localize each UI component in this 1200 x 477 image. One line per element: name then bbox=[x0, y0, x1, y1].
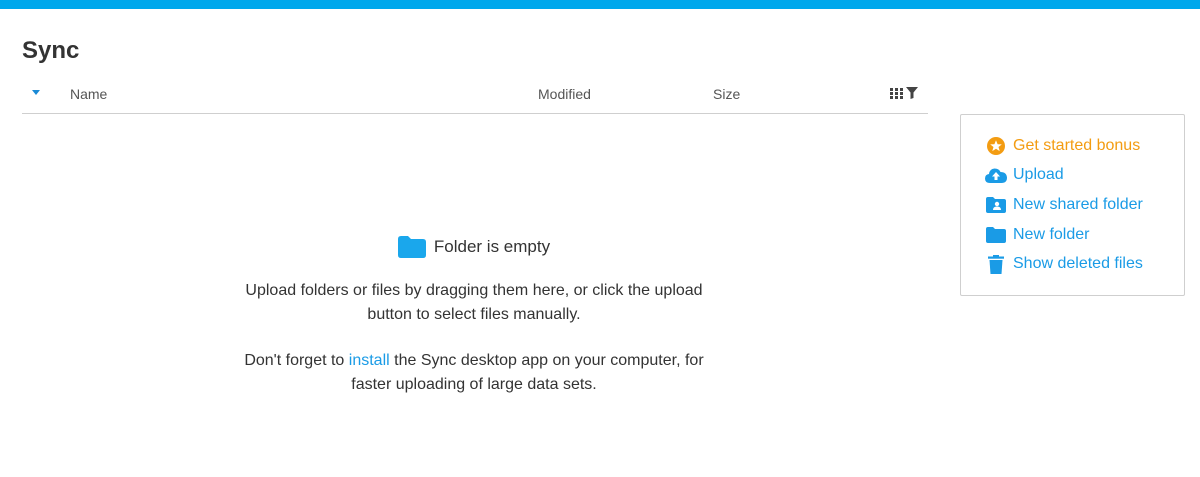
grid-view-icon[interactable] bbox=[890, 87, 903, 99]
column-header-modified[interactable]: Modified bbox=[538, 86, 591, 102]
header-tools bbox=[890, 87, 918, 99]
star-badge-icon bbox=[985, 136, 1007, 156]
empty-state-title-text: Folder is empty bbox=[433, 237, 551, 256]
upload-label: Upload bbox=[1013, 166, 1064, 184]
sort-caret-icon[interactable] bbox=[32, 90, 40, 95]
actions-panel: Get started bonus Upload New shared fold… bbox=[960, 114, 1185, 296]
empty-state-title: Folder is empty bbox=[224, 233, 724, 261]
shared-folder-icon bbox=[985, 195, 1007, 215]
folder-icon bbox=[985, 225, 1007, 245]
new-folder-link[interactable]: New folder bbox=[985, 220, 1184, 250]
install-hint-post: the Sync desktop app on your computer, f… bbox=[351, 352, 704, 393]
get-started-bonus-label: Get started bonus bbox=[1013, 136, 1141, 154]
new-shared-folder-link[interactable]: New shared folder bbox=[985, 190, 1184, 220]
show-deleted-files-label: Show deleted files bbox=[1013, 255, 1143, 273]
filter-icon[interactable] bbox=[906, 87, 918, 99]
file-list-header: Name Modified Size bbox=[22, 80, 928, 114]
cloud-upload-icon bbox=[985, 165, 1007, 185]
show-deleted-files-link[interactable]: Show deleted files bbox=[985, 249, 1184, 279]
install-hint-pre: Don't forget to bbox=[244, 352, 349, 369]
install-link[interactable]: install bbox=[349, 352, 390, 369]
trash-icon bbox=[985, 254, 1007, 274]
upload-link[interactable]: Upload bbox=[985, 161, 1184, 191]
empty-state: Folder is empty Upload folders or files … bbox=[224, 233, 724, 397]
top-accent-bar bbox=[0, 0, 1200, 9]
get-started-bonus-link[interactable]: Get started bonus bbox=[985, 131, 1184, 161]
empty-state-upload-hint: Upload folders or files by dragging them… bbox=[245, 282, 703, 323]
column-header-name[interactable]: Name bbox=[70, 86, 107, 102]
empty-state-install-hint: Don't forget to install the Sync desktop… bbox=[224, 349, 724, 397]
new-shared-folder-label: New shared folder bbox=[1013, 195, 1143, 213]
column-header-size[interactable]: Size bbox=[713, 86, 740, 102]
new-folder-label: New folder bbox=[1013, 225, 1090, 243]
page-title: Sync bbox=[22, 37, 80, 64]
folder-icon bbox=[397, 236, 426, 258]
